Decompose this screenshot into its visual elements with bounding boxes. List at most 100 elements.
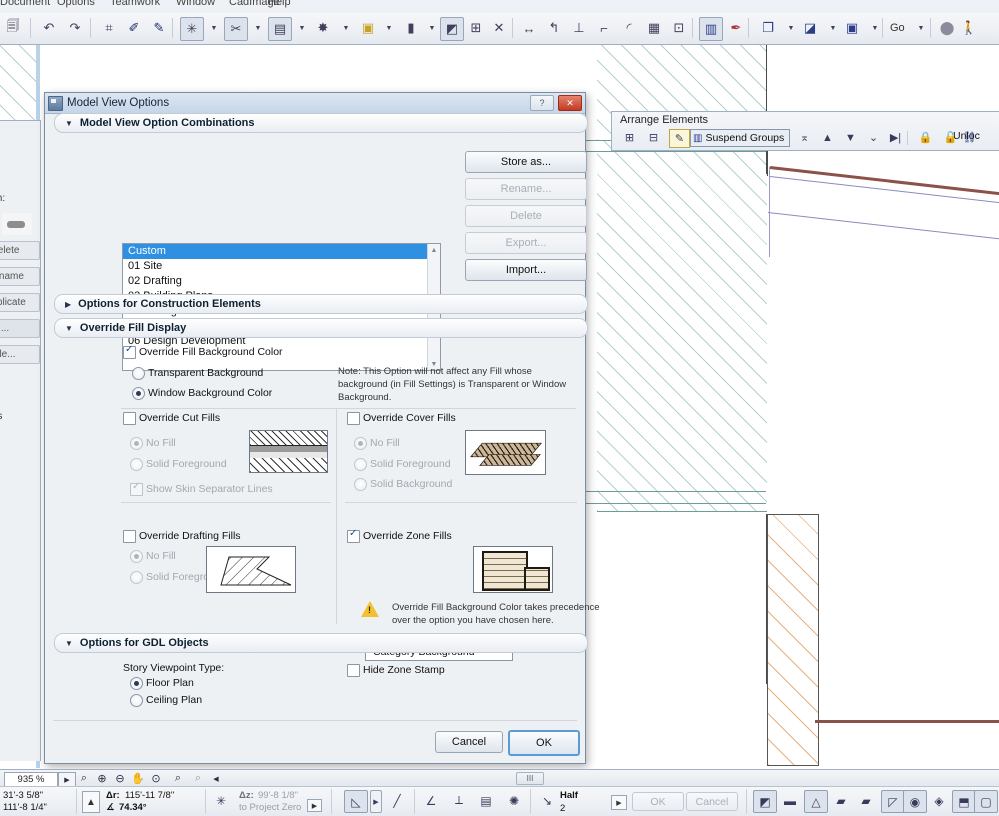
measure-icon[interactable]: ⌗ <box>98 17 120 39</box>
zone-stamp-icon[interactable]: ▦ <box>643 17 665 39</box>
fill-orientation-icon[interactable]: ◩ <box>753 790 777 813</box>
elevation-icon[interactable]: ⊞ <box>465 17 487 39</box>
left-panel-more-button[interactable]: ... <box>0 319 40 338</box>
previous-zoom-icon[interactable]: ⌕ <box>170 772 186 785</box>
view-icon[interactable]: ▣ <box>841 17 863 39</box>
model-view-options-icon[interactable]: ▥ <box>699 17 723 41</box>
floor-plan-radio[interactable] <box>130 677 143 690</box>
level-dimension-icon[interactable]: ↰ <box>543 17 565 39</box>
node-icon[interactable]: ◈ <box>928 790 950 811</box>
tab-handle[interactable]: III <box>516 772 544 785</box>
status-cancel-button[interactable]: Cancel <box>686 792 738 811</box>
drafting-fills-no-fill-radio[interactable] <box>130 550 143 563</box>
pet-palette-icon[interactable]: ◺ <box>344 790 368 813</box>
line-icon[interactable]: ╱ <box>386 790 408 811</box>
composite2-icon[interactable]: ▰ <box>855 790 877 811</box>
align-icon[interactable]: ⌅ <box>795 129 814 146</box>
composite-icon[interactable]: ▰ <box>830 790 852 811</box>
zone-fill-icon[interactable]: ⬒ <box>952 790 976 813</box>
bring-to-front-icon[interactable]: ▶| <box>886 129 905 146</box>
override-drafting-fills-checkbox[interactable] <box>123 530 136 543</box>
split-line-icon[interactable]: ↘ <box>536 790 558 811</box>
list-item[interactable]: 01 Site <box>123 259 440 274</box>
status-ok-button[interactable]: OK <box>632 792 684 811</box>
zoom-status-bar[interactable]: 935 % ▶ ⌕ ⊕ ⊖ ✋ ⊙ ⌕ ⌕ ◀ <box>0 769 999 787</box>
fit-in-window-icon[interactable]: ⊙ <box>148 772 164 785</box>
menu-bar[interactable]: Document Options Teamwork Window CadImag… <box>0 0 999 13</box>
element-icon[interactable]: ▤ <box>475 790 497 811</box>
send-to-back-icon[interactable]: ⌄ <box>864 129 883 146</box>
cover-fills-solid-foreground-radio[interactable] <box>354 458 367 471</box>
bring-forward-icon[interactable]: ▲ <box>818 129 837 146</box>
chevron-down-icon[interactable]: ▼ <box>335 17 357 39</box>
angle-icon[interactable]: ∠ <box>420 790 442 811</box>
section-header-combinations[interactable]: ▼ Model View Option Combinations <box>54 113 588 133</box>
division-popup[interactable]: ▶ <box>611 795 627 810</box>
unlock-all-label[interactable]: Unloc <box>953 130 980 142</box>
drafting-fills-solid-foreground-radio[interactable] <box>130 571 143 584</box>
label-icon[interactable]: ⊡ <box>668 17 690 39</box>
group-icon[interactable]: ⊞ <box>620 129 639 146</box>
section-header-override-fill-display[interactable]: ▼ Override Fill Display <box>54 318 588 338</box>
arrange-elements-palette[interactable]: Arrange Elements ⊞ ⊟ ✎ ⌅ ▲ ▼ ⌄ ▶| 🔒 🔓 ⛓ <box>611 111 999 151</box>
menu-item-options[interactable]: Options <box>57 0 95 8</box>
ok-button[interactable]: OK <box>508 730 580 756</box>
edit-group-icon[interactable]: ✎ <box>669 129 690 148</box>
main-toolbar[interactable]: 🗐 ↶ ↷ ⌗ ✐ ✎ ✳ ▼ ✂ ▼ ▤ ▼ ✸ ▼ ▣ ▼ ▮ ▼ ◩ ⊞ … <box>0 13 999 45</box>
zoom-level-field[interactable]: 935 % <box>4 772 58 787</box>
rename-button[interactable]: Rename... <box>465 178 587 200</box>
marquee-icon[interactable]: ▤ <box>268 17 292 41</box>
chevron-down-icon[interactable]: ▼ <box>378 17 400 39</box>
publish-icon[interactable]: ◪ <box>799 17 821 39</box>
suspend-groups-button[interactable]: ▥ Suspend Groups <box>690 129 790 147</box>
cover-fill-icon[interactable]: ◸ <box>881 790 905 813</box>
coordinate-status-bar[interactable]: 31'-3 5/8" 111'-8 1/4" ▲ Δr: 115'-11 7/8… <box>0 786 999 816</box>
dialog-title-bar[interactable]: Model View Options ? ✕ <box>45 93 585 114</box>
chevron-left-icon[interactable]: ◀ <box>208 772 224 785</box>
window-background-color-radio[interactable] <box>132 387 145 400</box>
menu-item-window[interactable]: Window <box>176 0 215 8</box>
undo-icon[interactable]: ↶ <box>38 17 60 39</box>
list-item[interactable]: Custom <box>123 244 440 259</box>
cover-fills-solid-background-radio[interactable] <box>354 478 367 491</box>
close-icon[interactable]: ✕ <box>558 95 582 111</box>
lock-icon[interactable]: 🔒 <box>916 129 935 146</box>
ceiling-plan-radio[interactable] <box>130 694 143 707</box>
zoom-popup-button[interactable]: ▶ <box>58 772 76 787</box>
eyedropper-icon[interactable]: ✐ <box>123 17 145 39</box>
hide-zone-stamp-checkbox[interactable] <box>347 664 360 677</box>
sun-icon[interactable]: ✸ <box>312 17 334 39</box>
model-view-options-dialog[interactable]: Model View Options ? ✕ ▼ Model View Opti… <box>44 92 586 764</box>
gravity-icon[interactable]: ✳ <box>210 790 232 811</box>
z-reference-popup[interactable]: ▶ <box>307 799 322 812</box>
magic-wand-icon[interactable]: ✳ <box>180 17 204 41</box>
redo-icon[interactable]: ↷ <box>64 17 86 39</box>
thin-fill-icon[interactable]: ▬ <box>779 790 801 811</box>
dimension-icon[interactable]: ↔ <box>518 17 540 39</box>
chevron-down-icon[interactable]: ▼ <box>910 17 932 39</box>
cancel-button[interactable]: Cancel <box>435 731 503 753</box>
left-panel-duplicate-button[interactable]: Duplicate <box>0 293 40 312</box>
layout-icon[interactable]: ❐ <box>757 17 779 39</box>
arc-icon[interactable]: ◜ <box>618 17 640 39</box>
close-x-icon[interactable]: ✕ <box>488 17 510 39</box>
override-zone-fills-checkbox[interactable] <box>347 530 360 543</box>
menu-item-teamwork[interactable]: Teamwork <box>110 0 160 8</box>
send-backward-icon[interactable]: ▼ <box>841 129 860 146</box>
section-header-construction-elements[interactable]: ▶ Options for Construction Elements <box>54 294 588 314</box>
override-cut-fills-checkbox[interactable] <box>123 412 136 425</box>
transparent-background-radio[interactable] <box>132 367 145 380</box>
origin-icon[interactable]: ◉ <box>903 790 927 813</box>
zoom-range-icon[interactable]: ⌕ <box>76 772 92 785</box>
left-panel-file-button[interactable]: file... <box>0 345 40 364</box>
magic-wand-icon[interactable]: ✺ <box>503 790 525 811</box>
chevron-down-icon[interactable]: ▼ <box>247 17 269 39</box>
section-tool-icon[interactable]: ◩ <box>440 17 464 41</box>
override-cover-fills-checkbox[interactable] <box>347 412 360 425</box>
corner-icon[interactable]: ⌐ <box>593 17 615 39</box>
relative-coordinates-toggle[interactable]: ▲ <box>82 791 100 813</box>
tangent-icon[interactable]: ⟂ <box>448 790 470 811</box>
store-as-button[interactable]: Store as... <box>465 151 587 173</box>
pen-icon[interactable]: ✒ <box>725 17 747 39</box>
import-button[interactable]: Import... <box>465 259 587 281</box>
